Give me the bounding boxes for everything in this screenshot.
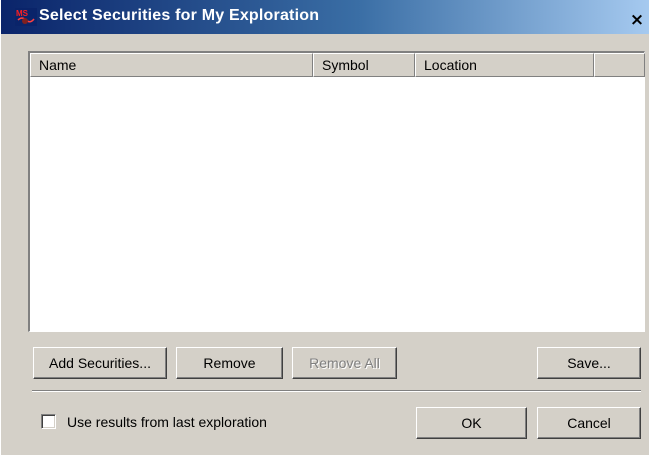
add-securities-button[interactable]: Add Securities...: [33, 347, 167, 379]
separator: [32, 390, 641, 392]
use-last-results-label[interactable]: Use results from last exploration: [67, 412, 267, 432]
column-header-location[interactable]: Location: [415, 53, 594, 77]
list-header: Name Symbol Location: [30, 53, 645, 77]
ok-button[interactable]: OK: [416, 407, 527, 439]
title-bar[interactable]: MS Select Securities for My Exploration …: [1, 0, 649, 34]
column-header-filler: [594, 53, 645, 77]
use-last-results-checkbox[interactable]: [41, 414, 56, 429]
list-body[interactable]: [30, 77, 644, 331]
cancel-button[interactable]: Cancel: [537, 407, 641, 439]
svg-text:MS: MS: [16, 9, 29, 18]
dialog-title: Select Securities for My Exploration: [39, 7, 320, 24]
close-icon: ×: [629, 10, 645, 30]
close-button[interactable]: ×: [624, 10, 649, 30]
column-header-symbol[interactable]: Symbol: [313, 53, 415, 77]
remove-button[interactable]: Remove: [176, 347, 283, 379]
remove-all-button[interactable]: Remove All: [292, 347, 397, 379]
securities-list[interactable]: Name Symbol Location: [28, 51, 645, 332]
select-securities-dialog: MS Select Securities for My Exploration …: [0, 0, 649, 455]
save-button[interactable]: Save...: [537, 347, 641, 379]
app-icon: MS: [15, 8, 37, 26]
column-header-name[interactable]: Name: [30, 53, 313, 77]
